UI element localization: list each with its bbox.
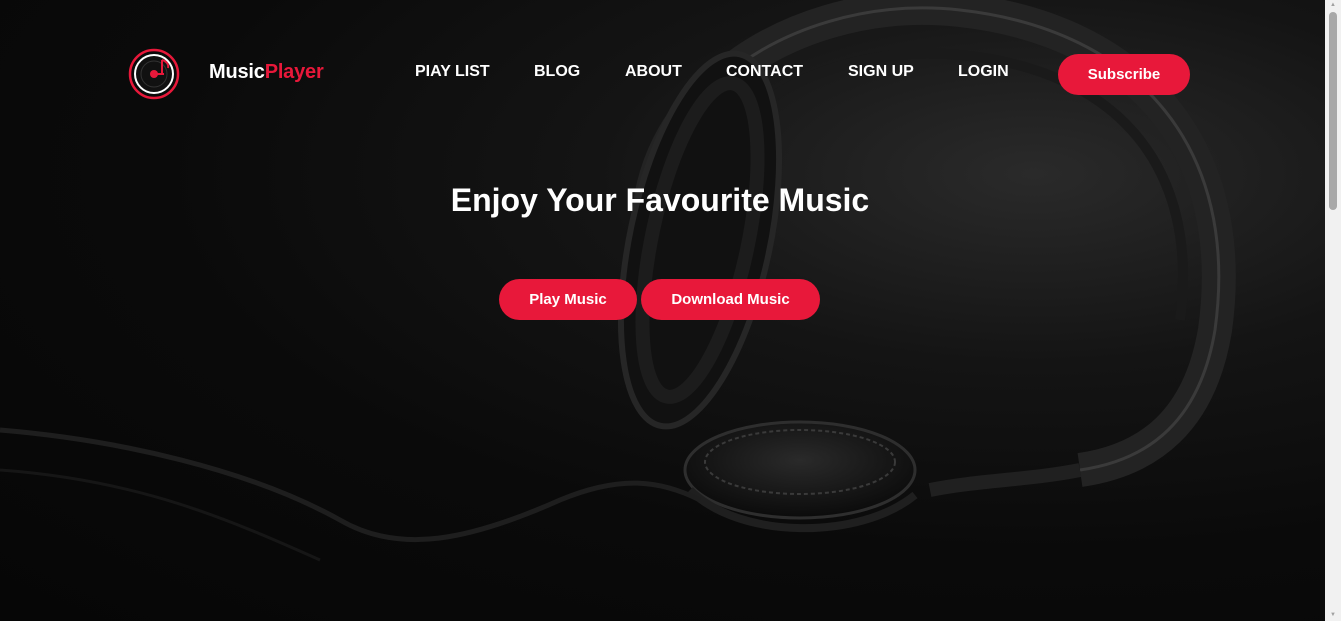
brand-name-primary: Music — [209, 61, 265, 83]
brand-name-accent: Player — [264, 61, 324, 83]
play-music-button[interactable]: Play Music — [499, 279, 637, 320]
brand-name[interactable]: MusicPlayer — [209, 61, 324, 84]
download-music-button[interactable]: Download Music — [641, 279, 820, 320]
hero-title: Enjoy Your Favourite Music — [450, 182, 870, 218]
nav-item-about[interactable]: ABOUT — [625, 63, 682, 81]
nav-item-login[interactable]: LOGIN — [958, 63, 1009, 81]
page: MusicPlayer PIAY LIST BLOG ABOUT CONTACT… — [0, 0, 1341, 621]
nav-item-blog[interactable]: BLOG — [534, 63, 580, 81]
nav-item-playlist[interactable]: PIAY LIST — [415, 63, 490, 81]
vinyl-music-note-icon — [128, 48, 180, 100]
scrollbar-thumb[interactable] — [1329, 12, 1337, 210]
nav-item-sign-up[interactable]: SIGN UP — [848, 63, 914, 81]
subscribe-button[interactable]: Subscribe — [1058, 54, 1190, 95]
nav-item-contact[interactable]: CONTACT — [726, 63, 803, 81]
scroll-up-arrow-icon[interactable]: ▲ — [1329, 2, 1337, 8]
logo[interactable] — [128, 48, 180, 100]
scroll-down-arrow-icon[interactable]: ▼ — [1329, 612, 1337, 618]
